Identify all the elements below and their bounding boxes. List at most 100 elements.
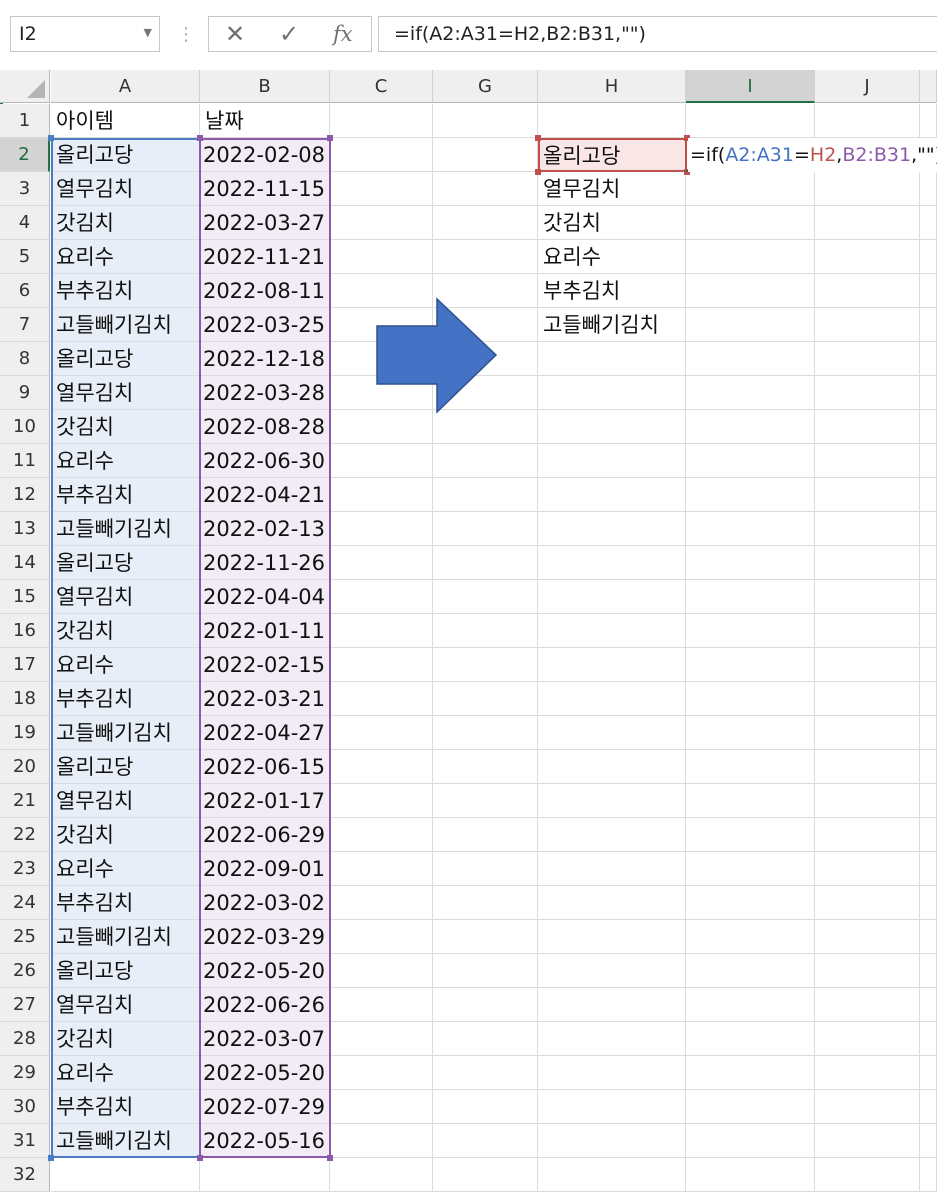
cell-h29[interactable] — [538, 1056, 686, 1090]
row-header-25[interactable]: 25 — [0, 920, 50, 954]
cell-b1[interactable]: 날짜 — [200, 104, 330, 138]
cell-j29[interactable] — [815, 1056, 920, 1090]
cell-c31[interactable] — [330, 1124, 433, 1158]
cell-b15[interactable]: 2022-04-04 — [200, 580, 330, 614]
cell-b19[interactable]: 2022-04-27 — [200, 716, 330, 750]
row-header-20[interactable]: 20 — [0, 750, 50, 784]
cell-i4[interactable] — [686, 206, 815, 240]
cell-g4[interactable] — [433, 206, 538, 240]
row-header-32[interactable]: 32 — [0, 1158, 50, 1192]
cell-b3[interactable]: 2022-11-15 — [200, 172, 330, 206]
cell-b32[interactable] — [200, 1158, 330, 1192]
cell-i16[interactable] — [686, 614, 815, 648]
cell-c27[interactable] — [330, 988, 433, 1022]
cell-c25[interactable] — [330, 920, 433, 954]
cell-a1[interactable]: 아이템 — [51, 104, 200, 138]
cell-b29[interactable]: 2022-05-20 — [200, 1056, 330, 1090]
cell-b14[interactable]: 2022-11-26 — [200, 546, 330, 580]
cell-a14[interactable]: 올리고당 — [51, 546, 200, 580]
cell-a22[interactable]: 갓김치 — [51, 818, 200, 852]
cell-a9[interactable]: 열무김치 — [51, 376, 200, 410]
cell-a10[interactable]: 갓김치 — [51, 410, 200, 444]
cell-h27[interactable] — [538, 988, 686, 1022]
cell-g22[interactable] — [433, 818, 538, 852]
cell-b7[interactable]: 2022-03-25 — [200, 308, 330, 342]
cell-g29[interactable] — [433, 1056, 538, 1090]
cell-b2[interactable]: 2022-02-08 — [200, 138, 330, 172]
column-header-j[interactable]: J — [815, 70, 920, 103]
row-header-26[interactable]: 26 — [0, 954, 50, 988]
row-header-11[interactable]: 11 — [0, 444, 50, 478]
cell-j25[interactable] — [815, 920, 920, 954]
cell-g18[interactable] — [433, 682, 538, 716]
cell-i22[interactable] — [686, 818, 815, 852]
cell-h17[interactable] — [538, 648, 686, 682]
cell-j28[interactable] — [815, 1022, 920, 1056]
cell-i17[interactable] — [686, 648, 815, 682]
cell-g21[interactable] — [433, 784, 538, 818]
cell-i32[interactable] — [686, 1158, 815, 1192]
cell-h18[interactable] — [538, 682, 686, 716]
cell-i19[interactable] — [686, 716, 815, 750]
cell-c13[interactable] — [330, 512, 433, 546]
cell-g5[interactable] — [433, 240, 538, 274]
cell-g19[interactable] — [433, 716, 538, 750]
cell-a20[interactable]: 올리고당 — [51, 750, 200, 784]
cell-c1[interactable] — [330, 104, 433, 138]
cell-h1[interactable] — [538, 104, 686, 138]
row-header-13[interactable]: 13 — [0, 512, 50, 546]
row-header-16[interactable]: 16 — [0, 614, 50, 648]
cell-g26[interactable] — [433, 954, 538, 988]
cell-b24[interactable]: 2022-03-02 — [200, 886, 330, 920]
cell-c19[interactable] — [330, 716, 433, 750]
cell-b6[interactable]: 2022-08-11 — [200, 274, 330, 308]
cell-h26[interactable] — [538, 954, 686, 988]
cell-j16[interactable] — [815, 614, 920, 648]
cell-a18[interactable]: 부추김치 — [51, 682, 200, 716]
cell-j15[interactable] — [815, 580, 920, 614]
cell-i18[interactable] — [686, 682, 815, 716]
cell-i8[interactable] — [686, 342, 815, 376]
row-header-12[interactable]: 12 — [0, 478, 50, 512]
row-header-17[interactable]: 17 — [0, 648, 50, 682]
cell-b13[interactable]: 2022-02-13 — [200, 512, 330, 546]
cell-g16[interactable] — [433, 614, 538, 648]
name-box[interactable]: I2 ▼ — [10, 16, 160, 52]
row-header-3[interactable]: 3 — [0, 172, 50, 206]
cell-b20[interactable]: 2022-06-15 — [200, 750, 330, 784]
cell-g11[interactable] — [433, 444, 538, 478]
column-header-g[interactable]: G — [433, 70, 538, 103]
cell-j11[interactable] — [815, 444, 920, 478]
cell-a25[interactable]: 고들빼기김치 — [51, 920, 200, 954]
cell-c22[interactable] — [330, 818, 433, 852]
range-handle-5[interactable] — [327, 135, 333, 141]
cell-a32[interactable] — [51, 1158, 200, 1192]
cell-a19[interactable]: 고들빼기김치 — [51, 716, 200, 750]
cell-i6[interactable] — [686, 274, 815, 308]
cell-c24[interactable] — [330, 886, 433, 920]
cell-c26[interactable] — [330, 954, 433, 988]
cell-j22[interactable] — [815, 818, 920, 852]
cell-h24[interactable] — [538, 886, 686, 920]
cell-a7[interactable]: 고들빼기김치 — [51, 308, 200, 342]
cell-g13[interactable] — [433, 512, 538, 546]
cell-b25[interactable]: 2022-03-29 — [200, 920, 330, 954]
column-header-h[interactable]: H — [538, 70, 686, 103]
cell-g1[interactable] — [433, 104, 538, 138]
cell-g24[interactable] — [433, 886, 538, 920]
in-cell-formula-editor[interactable]: =if(A2:A31=H2,B2:B31,"") — [688, 138, 937, 172]
row-header-2[interactable]: 2 — [0, 138, 50, 172]
cell-b22[interactable]: 2022-06-29 — [200, 818, 330, 852]
cell-h2[interactable]: 올리고당 — [538, 138, 686, 172]
cell-j19[interactable] — [815, 716, 920, 750]
row-header-22[interactable]: 22 — [0, 818, 50, 852]
cell-h8[interactable] — [538, 342, 686, 376]
cell-g14[interactable] — [433, 546, 538, 580]
cell-j9[interactable] — [815, 376, 920, 410]
cell-c20[interactable] — [330, 750, 433, 784]
row-header-27[interactable]: 27 — [0, 988, 50, 1022]
row-header-10[interactable]: 10 — [0, 410, 50, 444]
cell-i5[interactable] — [686, 240, 815, 274]
row-header-8[interactable]: 8 — [0, 342, 50, 376]
cell-i9[interactable] — [686, 376, 815, 410]
